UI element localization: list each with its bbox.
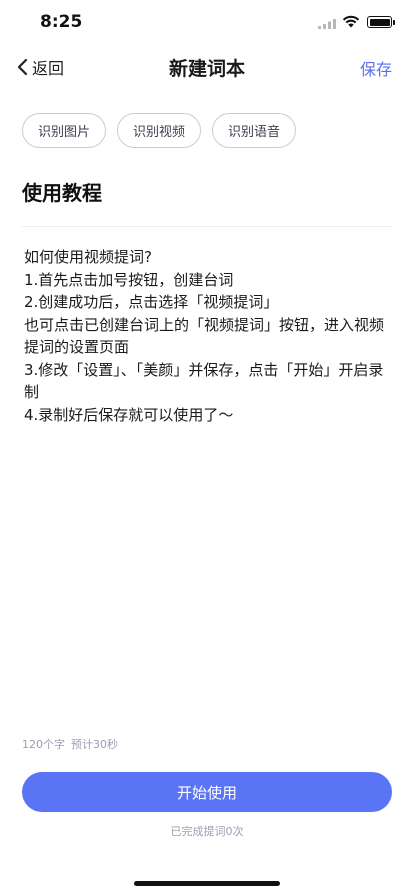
content-line: 如何使用视频提词?: [24, 248, 152, 266]
recognize-video-button[interactable]: 识别视频: [117, 113, 202, 148]
signal-icon: [318, 19, 336, 29]
content-line: 也可点击已创建台词上的「视频提词」按钮，进入视频提词的设置页面: [24, 315, 385, 357]
word-stats: 120个字 预计30秒: [22, 736, 118, 752]
recognition-options: 识别图片 识别视频 识别语音: [22, 113, 297, 148]
home-indicator[interactable]: [134, 881, 280, 886]
divider: [22, 226, 392, 227]
content-line: 3.修改「设置」、「美颜」并保存，点击「开始」开启录制: [24, 360, 384, 402]
start-using-button[interactable]: 开始使用: [22, 772, 392, 812]
char-count: 120个字: [22, 738, 65, 751]
document-content-textarea[interactable]: 如何使用视频提词? 1.首先点击加号按钮，创建台词 2.创建成功后，点击选择「视…: [24, 246, 384, 426]
completed-count-text: 已完成提词0次: [170, 825, 244, 838]
content-line: 2.创建成功后，点击选择「视频提词」: [24, 293, 279, 311]
wifi-icon: [342, 15, 360, 28]
nav-bar: 返回 新建词本 保存: [0, 44, 414, 90]
time-estimate: 预计30秒: [71, 738, 118, 751]
battery-level: [369, 18, 390, 26]
battery-icon: [367, 16, 392, 28]
document-title-input[interactable]: 使用教程: [22, 177, 102, 206]
content-line: 1.首先点击加号按钮，创建台词: [24, 270, 234, 289]
page-title: 新建词本: [168, 58, 245, 80]
recognize-voice-button[interactable]: 识别语音: [212, 113, 297, 148]
status-time: 8:25: [40, 12, 83, 32]
content-line: 4.录制好后保存就可以使用了～: [24, 405, 234, 424]
status-bar: 8:25: [0, 0, 414, 44]
new-word-book-screen: 8:25 返回 新建词本 保存 识别图片 识别视频 识别语音 使用教程 如何使用…: [0, 0, 414, 896]
battery-cap: [393, 20, 395, 25]
recognize-image-button[interactable]: 识别图片: [22, 113, 107, 148]
save-button[interactable]: 保存: [360, 56, 392, 80]
